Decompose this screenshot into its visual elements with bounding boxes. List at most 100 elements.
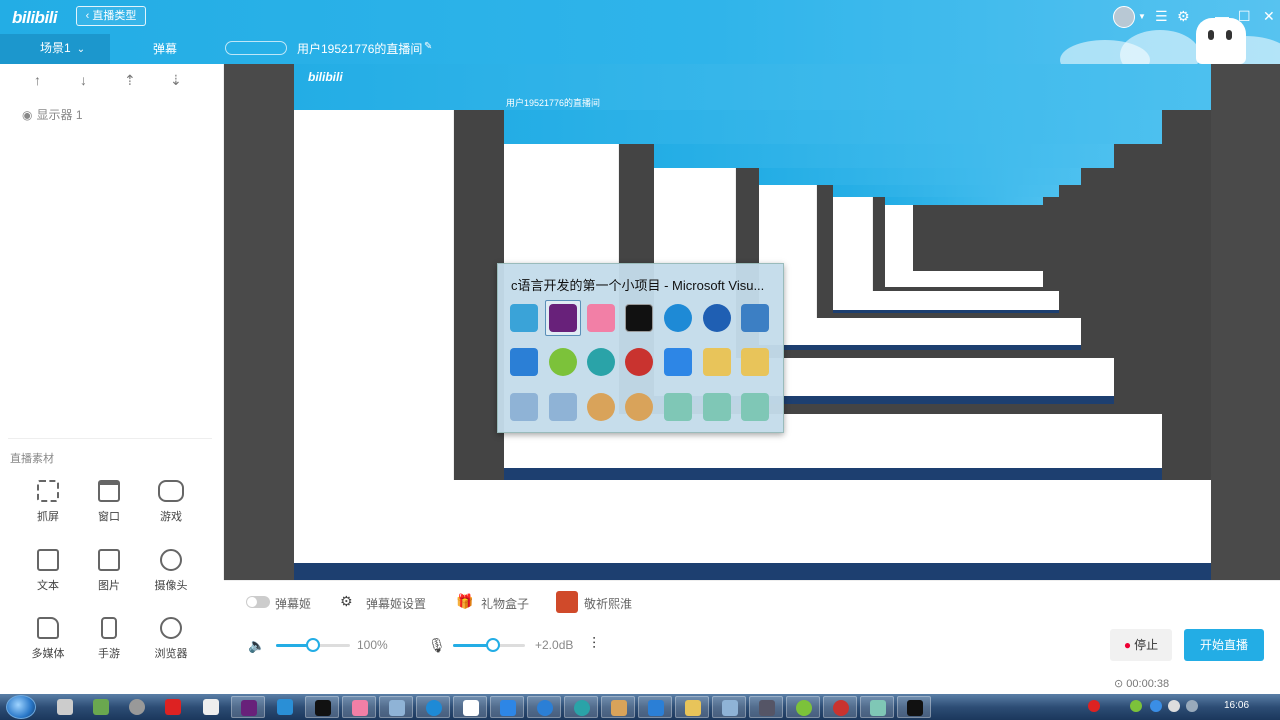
music-app-icon[interactable] (625, 348, 653, 376)
room-status-pill[interactable] (225, 41, 287, 55)
danmu-ji-toggle[interactable] (246, 596, 270, 608)
move-up-icon[interactable]: ↑ (34, 72, 41, 88)
paint-icon[interactable] (587, 393, 615, 421)
gear-icon[interactable]: ⚙ (1177, 8, 1190, 25)
console-icon[interactable] (625, 304, 653, 332)
taskbar-item[interactable] (897, 696, 931, 718)
taskbar-item-visual-studio[interactable] (231, 696, 265, 718)
close-icon[interactable]: ✕ (1263, 8, 1275, 25)
material-image[interactable]: 图片 (79, 549, 139, 593)
sogou-tray-icon[interactable] (1088, 700, 1100, 712)
speaker-icon[interactable]: 🔈 (248, 637, 265, 654)
taskbar-item[interactable] (48, 696, 82, 718)
notepad-icon[interactable] (703, 393, 731, 421)
material-browser[interactable]: 浏览器 (141, 617, 201, 661)
feather-app-icon[interactable] (664, 348, 692, 376)
danmu-settings-icon[interactable]: ⚙ (340, 593, 353, 610)
taskbar-item[interactable] (120, 696, 154, 718)
taskbar-item[interactable] (786, 696, 820, 718)
monitor-icon[interactable] (741, 304, 769, 332)
taskbar-item[interactable] (675, 696, 709, 718)
mic-slider-knob[interactable] (486, 638, 500, 652)
windows-start-button[interactable] (6, 695, 36, 719)
app-icon (277, 699, 293, 715)
calculator-icon[interactable] (549, 393, 577, 421)
taskbar-item[interactable] (268, 696, 302, 718)
notepad-icon[interactable] (741, 393, 769, 421)
visual-studio-icon[interactable] (549, 304, 577, 332)
minimize-icon[interactable]: — (1215, 8, 1229, 24)
paint-icon[interactable] (625, 393, 653, 421)
menu-icon[interactable]: ☰ (1155, 8, 1168, 25)
taskbar-item[interactable] (453, 696, 487, 718)
bilibili-app-icon[interactable] (587, 304, 615, 332)
console-icon (315, 700, 331, 716)
taskbar-item[interactable] (823, 696, 857, 718)
mixer-icon[interactable]: ⫶ (592, 636, 596, 654)
taskbar-item[interactable] (712, 696, 746, 718)
qq-tray-icon[interactable] (1168, 700, 1180, 712)
taskbar-item[interactable] (749, 696, 783, 718)
tab-danmu[interactable]: 弹幕 (153, 40, 177, 57)
taskbar-item[interactable] (564, 696, 598, 718)
ie-browser-icon[interactable] (664, 304, 692, 332)
material-text[interactable]: 文本 (18, 549, 78, 593)
nested-room-title: 用户19521776的直播间 (506, 98, 601, 108)
stop-button[interactable]: ● 停止 (1110, 629, 1172, 661)
security-tray-icon[interactable] (1130, 700, 1142, 712)
material-camera[interactable]: 摄像头 (141, 549, 201, 593)
gift-box-button[interactable]: 礼物盒子 (481, 595, 529, 612)
eye-icon[interactable]: ◉ (22, 108, 32, 122)
taskbar-item[interactable] (156, 696, 190, 718)
avatar[interactable] (1113, 6, 1135, 28)
network-tray-icon[interactable] (1150, 700, 1162, 712)
tab-scene[interactable]: 场景1 ⌄ (0, 34, 110, 64)
pray-button[interactable]: 敬祈熙淮 (584, 595, 632, 612)
material-mobile-game[interactable]: 手游 (79, 617, 139, 661)
taskbar-item[interactable] (194, 696, 228, 718)
danmu-settings-button[interactable]: 弹幕姬设置 (366, 595, 426, 612)
security-icon[interactable] (549, 348, 577, 376)
material-media[interactable]: 多媒体 (18, 617, 78, 661)
taskbar-item[interactable] (490, 696, 524, 718)
taskbar-item[interactable] (379, 696, 413, 718)
hotspot-icon[interactable] (510, 348, 538, 376)
cal-app-icon[interactable] (587, 348, 615, 376)
taskbar-item[interactable] (860, 696, 894, 718)
move-bottom-icon[interactable]: ⇣ (170, 72, 182, 89)
folder-icon[interactable] (703, 348, 731, 376)
volume-slider[interactable] (276, 638, 350, 652)
material-game[interactable]: 游戏 (141, 480, 201, 524)
help-icon[interactable] (703, 304, 731, 332)
move-down-icon[interactable]: ↓ (80, 72, 87, 88)
mic-slider[interactable] (453, 638, 525, 652)
material-capture[interactable]: 抓屏 (18, 480, 78, 524)
camera-icon (160, 549, 182, 571)
pray-icon[interactable] (556, 591, 578, 613)
bilibili-live-app-icon[interactable] (510, 304, 538, 332)
notepad-icon[interactable] (664, 393, 692, 421)
taskbar-item[interactable] (84, 696, 118, 718)
taskbar-clock[interactable]: 16:06 (1224, 700, 1249, 711)
taskbar-item[interactable] (527, 696, 561, 718)
volume-slider-knob[interactable] (306, 638, 320, 652)
live-type-button[interactable]: ‹ 直播类型 (76, 6, 146, 26)
calculator-icon[interactable] (510, 393, 538, 421)
volume-tray-icon[interactable] (1186, 700, 1198, 712)
microphone-icon[interactable]: 🎙 (428, 637, 446, 654)
folder-icon[interactable] (741, 348, 769, 376)
taskbar-item[interactable] (601, 696, 635, 718)
edit-icon[interactable]: ✎ (424, 41, 432, 52)
taskbar-item-ie[interactable] (416, 696, 450, 718)
taskbar-item[interactable] (638, 696, 672, 718)
taskbar-item-bilibili[interactable] (342, 696, 376, 718)
source-item-display[interactable]: ◉ 显示器 1 (22, 106, 83, 123)
maximize-icon[interactable]: ☐ (1238, 8, 1251, 25)
gift-icon[interactable]: 🎁 (456, 593, 473, 610)
move-top-icon[interactable]: ⇡ (124, 72, 136, 89)
material-window[interactable]: 窗口 (79, 480, 139, 524)
start-live-button[interactable]: 开始直播 (1184, 629, 1264, 661)
avatar-dropdown-icon[interactable]: ▼ (1138, 12, 1146, 21)
taskbar-item-console[interactable] (305, 696, 339, 718)
hotspot-icon (648, 700, 664, 716)
